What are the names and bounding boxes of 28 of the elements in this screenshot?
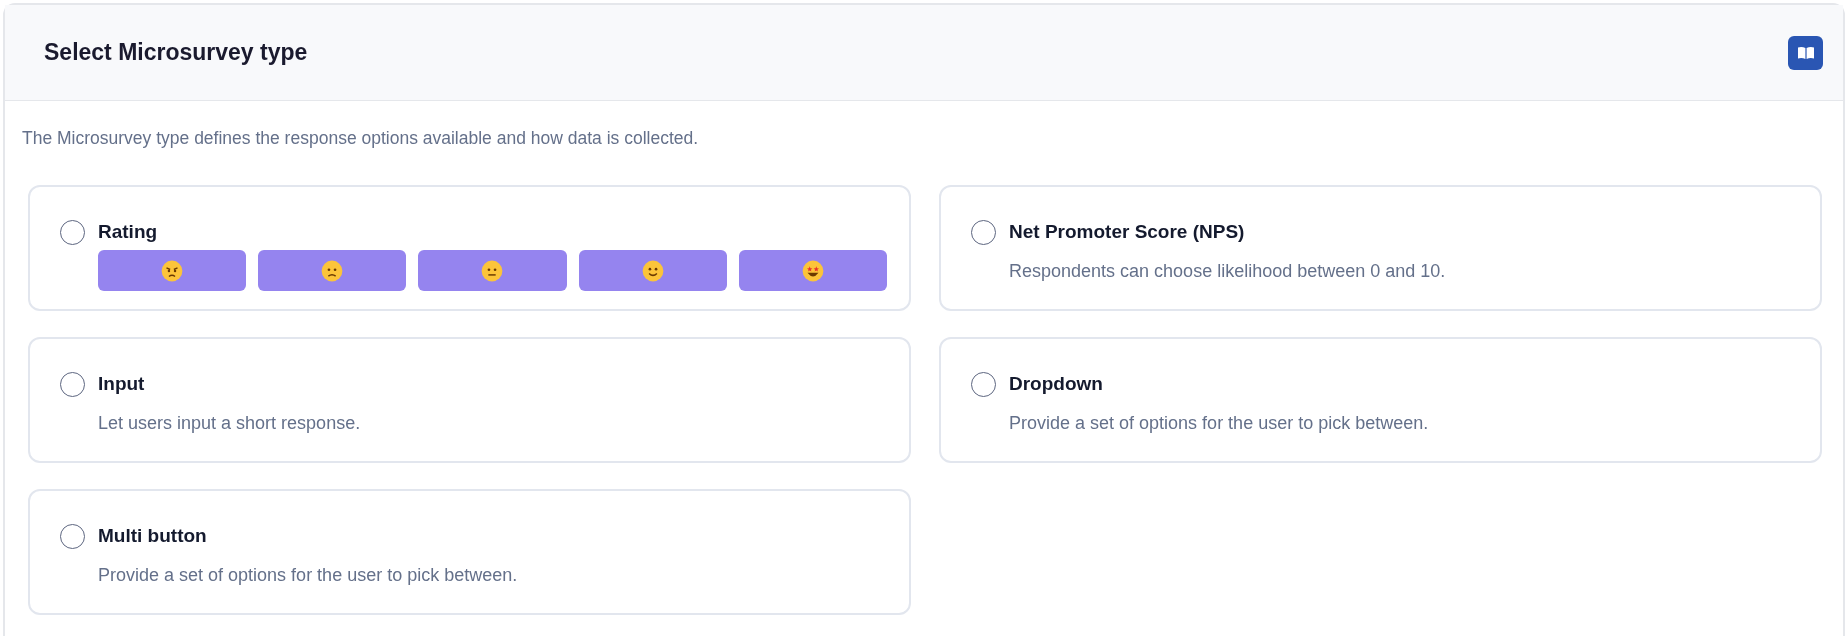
panel-description: The Microsurvey type defines the response options available and how data is collected. bbox=[21, 127, 700, 150]
option-description: Let users input a short response. bbox=[98, 412, 362, 436]
option-title: Dropdown bbox=[1009, 372, 1104, 397]
radio-button[interactable] bbox=[971, 372, 996, 398]
option-card[interactable]: Rating bbox=[28, 185, 911, 312]
sad-face-icon bbox=[321, 259, 344, 282]
neutral-face-icon bbox=[481, 259, 504, 282]
option-description: Provide a set of options for the user to pick between. bbox=[98, 564, 519, 588]
panel-title: Select Microsurvey type bbox=[44, 38, 308, 68]
star-eyes-face-icon bbox=[801, 259, 824, 282]
radio-button[interactable] bbox=[971, 220, 996, 246]
radio-button[interactable] bbox=[60, 372, 85, 398]
option-card[interactable]: Net Promoter Score (NPS) Respondents can choose likelihood between 0 and 10. bbox=[939, 185, 1822, 312]
option-title: Input bbox=[98, 372, 146, 397]
option-title: Multi button bbox=[98, 524, 208, 549]
option-card[interactable]: Multi button Provide a set of options for the user to pick between. bbox=[28, 489, 911, 616]
option-title: Net Promoter Score (NPS) bbox=[1009, 220, 1246, 245]
option-description: Provide a set of options for the user to pick between. bbox=[1009, 412, 1430, 436]
radio-button[interactable] bbox=[60, 524, 85, 550]
option-title: Rating bbox=[98, 220, 159, 245]
docs-button[interactable] bbox=[1788, 35, 1823, 70]
option-description: Respondents can choose likelihood between 0 and 10. bbox=[1009, 260, 1447, 284]
option-card[interactable]: Dropdown Provide a set of options for the user to pick between. bbox=[939, 337, 1822, 464]
option-card[interactable]: Input Let users input a short response. bbox=[28, 337, 911, 464]
angry-face-icon bbox=[161, 259, 184, 282]
smiling-face-icon bbox=[641, 259, 664, 282]
book-icon bbox=[1796, 45, 1815, 60]
radio-button[interactable] bbox=[60, 220, 85, 246]
